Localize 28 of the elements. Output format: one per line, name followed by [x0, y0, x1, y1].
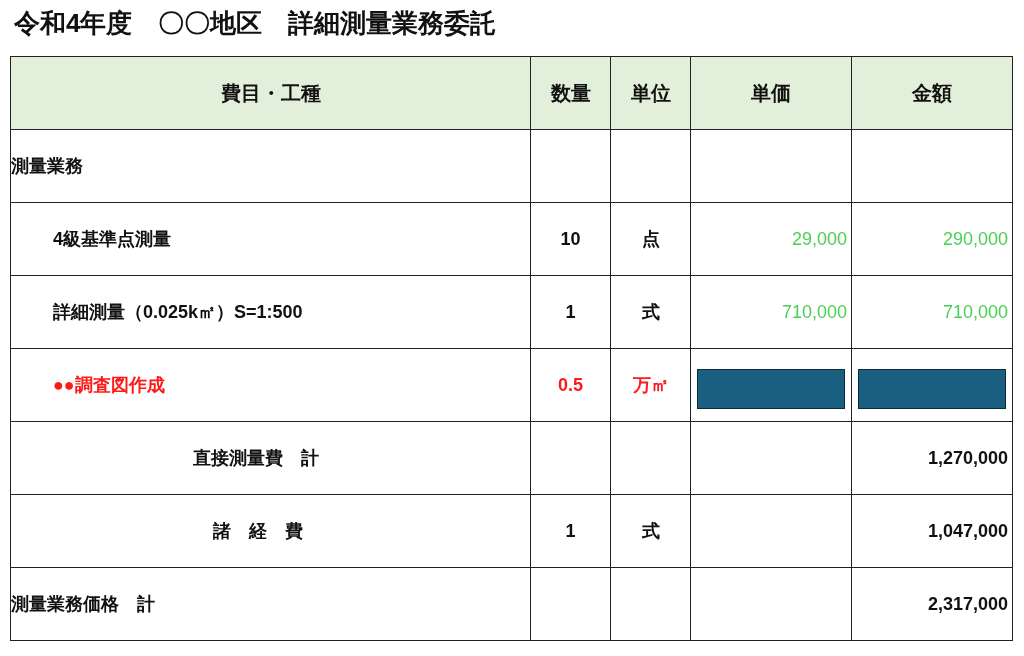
table-cell: 万㎡ — [611, 349, 691, 422]
table-cell: 式 — [611, 495, 691, 568]
table-cell: 1 — [531, 276, 611, 349]
sheet-title: 令和4年度 〇〇地区 詳細測量業務委託 — [13, 7, 498, 40]
column-header: 単価 — [691, 57, 852, 130]
column-header: 単位 — [611, 57, 691, 130]
column-header: 費目・工種 — [11, 57, 531, 130]
table-cell: 式 — [611, 276, 691, 349]
table-cell: 710,000 — [691, 276, 852, 349]
table-cell-text: 詳細測量（0.025k㎡）S=1:500 — [53, 301, 303, 324]
table-cell: 290,000 — [852, 203, 1013, 276]
table-cell: 29,000 — [691, 203, 852, 276]
table-cell-text: 直接測量費 計 — [193, 447, 319, 470]
table-cell: 710,000 — [852, 276, 1013, 349]
table-cell: 1,270,000 — [852, 422, 1013, 495]
table-cell-text: ●●調査図作成 — [53, 374, 165, 397]
table-cell: 10 — [531, 203, 611, 276]
table-cell: 0.5 — [531, 349, 611, 422]
table-cell-text: 測量業務 — [11, 155, 83, 178]
table-cell: 1,047,000 — [852, 495, 1013, 568]
table-cell: 点 — [611, 203, 691, 276]
column-header: 数量 — [531, 57, 611, 130]
column-header: 金額 — [852, 57, 1013, 130]
table-cell: 2,317,000 — [852, 568, 1013, 641]
table-cell: 1 — [531, 495, 611, 568]
table-cell-text: 4級基準点測量 — [53, 228, 171, 251]
table-cell-text: 測量業務価格 計 — [11, 593, 155, 616]
table-cell-text: 諸 経 費 — [213, 520, 303, 543]
